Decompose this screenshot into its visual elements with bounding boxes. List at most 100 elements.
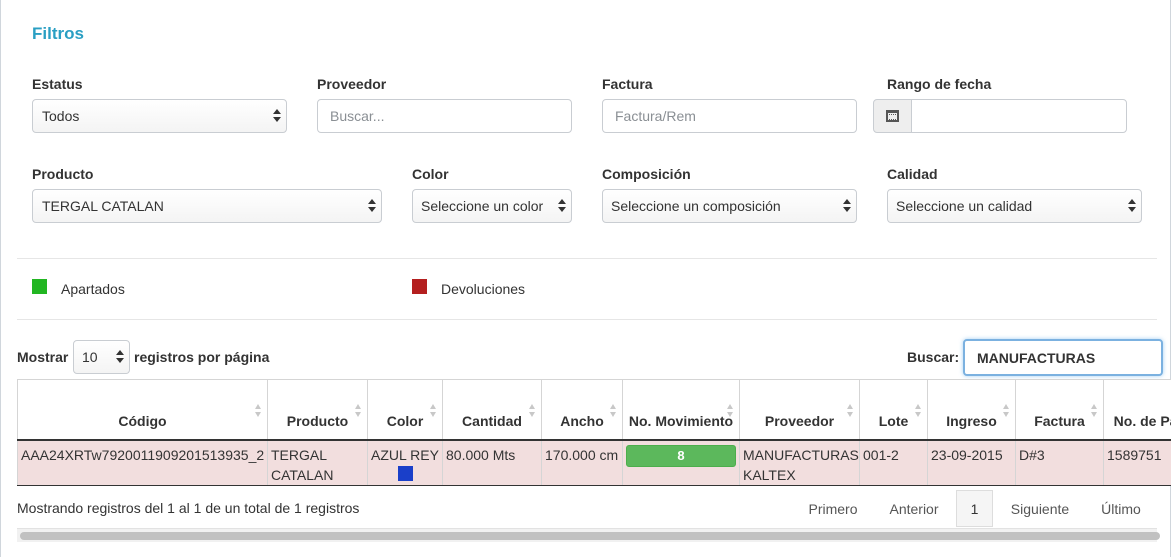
factura-label: Factura (602, 76, 653, 92)
cell-proveedor: MANUFACTURAS KALTEX (739, 439, 860, 486)
column-header-movimiento[interactable]: No. Movimiento (622, 379, 740, 441)
column-header-partida[interactable]: No. de Partida (1103, 379, 1171, 441)
color-swatch (398, 465, 413, 481)
column-label: Lote (878, 412, 909, 429)
calendar-addon[interactable] (873, 99, 912, 133)
color-select[interactable]: Seleccione un color (412, 189, 572, 223)
column-label: Ingreso (946, 412, 997, 429)
cell-lote: 001-2 (859, 439, 928, 486)
pagination-last[interactable]: Último (1090, 490, 1152, 527)
pagination-first[interactable]: Primero (800, 490, 866, 527)
select-arrows-icon (1128, 199, 1136, 213)
sort-icon (915, 404, 922, 418)
column-label: No. de Partida (1113, 412, 1171, 429)
column-label: Color (386, 412, 424, 429)
select-arrows-icon (273, 109, 281, 123)
show-label: Mostrar (17, 349, 69, 365)
cell-codigo: AAA24XRTw7920011909201513935_2 (17, 439, 268, 486)
estatus-value: Todos (42, 108, 80, 124)
filters-title: Filtros (32, 24, 84, 43)
cell-movimiento: 8 (622, 439, 740, 486)
cell-ingreso: 23-09-2015 (927, 439, 1016, 486)
date-range-input[interactable] (911, 99, 1127, 133)
column-header-proveedor[interactable]: Proveedor (739, 379, 860, 441)
calendar-icon (886, 110, 899, 122)
column-label: Código (118, 412, 167, 429)
estatus-label: Estatus (32, 76, 83, 92)
column-label: Factura (1034, 412, 1085, 429)
column-header-factura[interactable]: Factura (1015, 379, 1104, 441)
scrollbar-thumb[interactable] (20, 532, 1160, 540)
page-size-select[interactable]: 10 (73, 340, 130, 374)
color-name: AZUL REY (371, 446, 439, 463)
column-header-producto[interactable]: Producto (267, 379, 368, 441)
column-label: Cantidad (462, 412, 522, 429)
table-info: Mostrando registros del 1 al 1 de un tot… (17, 500, 360, 516)
sort-icon (1003, 404, 1010, 418)
sort-icon (727, 404, 734, 418)
calidad-label: Calidad (887, 166, 938, 182)
column-header-cantidad[interactable]: Cantidad (442, 379, 542, 441)
producto-select[interactable]: TERGAL CATALAN (32, 189, 382, 223)
calidad-value: Seleccione un calidad (896, 198, 1033, 214)
producto-label: Producto (32, 166, 94, 182)
composicion-value: Seleccione un composición (611, 198, 781, 214)
sort-icon (430, 404, 437, 418)
cell-color: AZUL REY (367, 439, 443, 486)
sort-icon (529, 404, 536, 418)
pagination-next[interactable]: Siguiente (1000, 490, 1080, 527)
color-value: Seleccione un color (421, 198, 544, 214)
search-value: MANUFACTURAS (977, 349, 1096, 366)
proveedor-label: Proveedor (317, 76, 387, 92)
horizontal-scrollbar[interactable] (17, 528, 1160, 542)
cell-ancho: 170.000 cm (541, 439, 623, 486)
producto-value: TERGAL CATALAN (42, 198, 164, 214)
devoluciones-swatch (412, 279, 427, 294)
column-label: Ancho (560, 412, 604, 429)
search-label: Buscar: (907, 349, 960, 365)
cell-factura: D#3 (1015, 439, 1104, 486)
movement-button[interactable]: 8 (626, 444, 736, 467)
column-label: Proveedor (764, 412, 835, 429)
proveedor-placeholder: Buscar... (330, 108, 385, 124)
calidad-select[interactable]: Seleccione un calidad (887, 189, 1142, 223)
rango-fecha-label: Rango de fecha (887, 76, 992, 92)
page-size-value: 10 (82, 349, 98, 365)
table-row: AAA24XRTw7920011909201513935_2 TERGAL CA… (17, 439, 1171, 486)
apartados-swatch (32, 279, 47, 294)
sort-icon (610, 404, 617, 418)
sort-icon (847, 404, 854, 418)
cell-cantidad: 80.000 Mts (442, 439, 542, 486)
pagination-previous[interactable]: Anterior (880, 490, 948, 527)
cell-partida: 1589751 (1103, 439, 1171, 486)
per-page-label: registros por página (134, 349, 270, 365)
column-header-ingreso[interactable]: Ingreso (927, 379, 1016, 441)
color-label: Color (412, 166, 449, 182)
table-header-row: Código Producto Color Cantidad Ancho No.… (17, 379, 1171, 441)
apartados-legend-label: Apartados (61, 281, 125, 297)
select-arrows-icon (116, 350, 124, 364)
factura-placeholder: Factura/Rem (615, 108, 696, 124)
select-arrows-icon (843, 199, 851, 213)
proveedor-input[interactable]: Buscar... (317, 99, 572, 133)
column-label: Producto (286, 412, 349, 429)
estatus-select[interactable]: Todos (32, 99, 287, 133)
sort-icon (1091, 404, 1098, 418)
sort-icon (255, 404, 262, 418)
column-label: No. Movimiento (628, 412, 734, 429)
search-input[interactable]: MANUFACTURAS (963, 339, 1163, 376)
devoluciones-legend-label: Devoluciones (441, 281, 526, 297)
pagination-current-page[interactable]: 1 (956, 490, 993, 527)
composicion-label: Composición (602, 166, 691, 182)
divider (17, 258, 1157, 259)
sort-icon (355, 404, 362, 418)
column-header-color[interactable]: Color (367, 379, 443, 441)
cell-producto: TERGAL CATALAN (267, 439, 368, 486)
composicion-select[interactable]: Seleccione un composición (602, 189, 857, 223)
column-header-lote[interactable]: Lote (859, 379, 928, 441)
divider (17, 319, 1157, 320)
records-table: Código Producto Color Cantidad Ancho No.… (17, 379, 1171, 486)
column-header-codigo[interactable]: Código (17, 379, 268, 441)
factura-input[interactable]: Factura/Rem (602, 99, 857, 133)
column-header-ancho[interactable]: Ancho (541, 379, 623, 441)
